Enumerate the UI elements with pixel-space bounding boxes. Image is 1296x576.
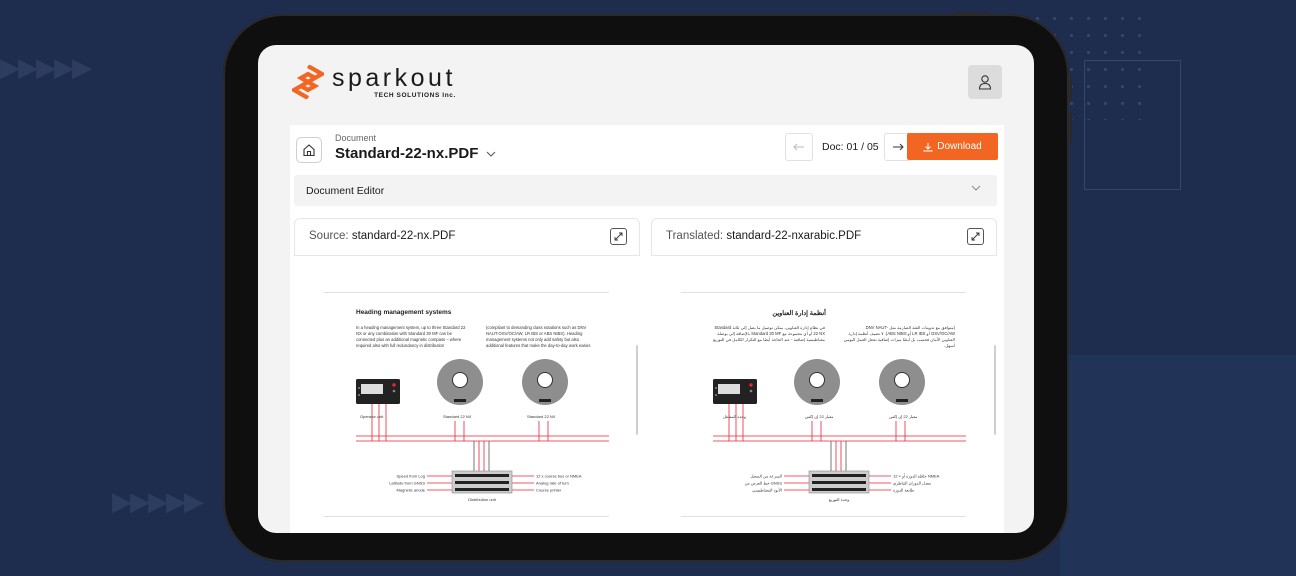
background-arrows: ▶▶▶▶▶ [112, 486, 204, 516]
translated-pane: Translated: standard-22-nxarabic.PDF أنظ… [651, 218, 997, 533]
source-document-page[interactable]: Heading management systems In a heading … [324, 292, 609, 517]
translated-scrollbar[interactable] [994, 345, 996, 435]
source-label-input-1: Speed from Log [397, 474, 425, 479]
translated-label-output-2: معدل الدوران التناظري [893, 481, 931, 486]
translated-label-output-1: 12 × حافلة الدورة أو NMEA [893, 473, 940, 479]
background-arrows: ▶▶▶▶▶ [0, 52, 92, 82]
source-label-output-2: Analog rate of turn [536, 481, 569, 486]
translated-document-page[interactable]: أنظمة إدارة العناوين في نظام إدارة العنا… [681, 292, 966, 517]
source-prefix: Source: [309, 230, 349, 242]
source-label-output-3: Course printer [536, 488, 562, 493]
tablet-side-button [1067, 76, 1072, 102]
home-button[interactable] [296, 137, 322, 163]
user-icon [978, 75, 992, 90]
source-label-gyro-2: Standard 22 NX [527, 414, 556, 419]
source-expand-button[interactable] [610, 228, 627, 245]
document-panel: Document Standard-22-nx.PDF Doc: 01 / 05… [290, 125, 1004, 533]
expand-icon [971, 232, 980, 241]
translated-label-input-1: السرعة من السجل [750, 474, 782, 479]
document-filename: Standard-22-nx.PDF [335, 145, 479, 162]
source-label-distribution: Distribution unit [468, 497, 496, 502]
translated-label-output-3: طابعة الدورة [893, 488, 914, 493]
translated-label-distribution: وحدة التوزيع [829, 497, 850, 502]
app-screen: sparkout TECH SOLUTIONS Inc. Document St… [258, 45, 1034, 533]
tablet-top-button [955, 12, 989, 16]
translated-filename: standard-22-nxarabic.PDF [726, 230, 862, 242]
source-label-input-2: Latitude from GNSS [389, 481, 425, 486]
translated-system-diagram: وحدة المشغل معيار 22 إن إكس معيار 22 إن … [713, 359, 966, 502]
download-icon [923, 142, 933, 151]
source-pane-header: Source: standard-22-nx.PDF [294, 218, 640, 256]
document-selector[interactable]: Standard-22-nx.PDF [335, 145, 496, 162]
expand-icon [614, 232, 623, 241]
background-frame [1084, 60, 1181, 190]
source-scrollbar[interactable] [636, 345, 638, 435]
translated-label-input-3: الأنود المغناطيسي [752, 487, 782, 493]
download-button[interactable]: Download [907, 133, 998, 160]
user-profile-button[interactable] [968, 65, 1002, 99]
document-label: Document [335, 133, 377, 143]
source-pane-title: Source: standard-22-nx.PDF [309, 230, 455, 242]
translated-pane-header: Translated: standard-22-nxarabic.PDF [651, 218, 997, 256]
translated-label-operator: وحدة المشغل [723, 414, 746, 419]
source-pane: Source: standard-22-nx.PDF Heading manag… [294, 218, 640, 533]
translated-label-gyro-1: معيار 22 إن إكس [805, 414, 833, 420]
chevron-down-icon [487, 151, 496, 157]
translated-label-input-2: خط العرض من GNSS [745, 481, 783, 486]
source-system-diagram: Operator unit Standard 22 NX Standard 22… [356, 359, 609, 502]
source-label-output-1: 12 x course bus or NMEA [536, 474, 582, 479]
home-icon [303, 144, 315, 157]
document-editor-label: Document Editor [306, 185, 385, 197]
background-slab [1060, 355, 1296, 576]
download-label: Download [937, 141, 982, 152]
brand-subtitle: TECH SOLUTIONS Inc. [374, 91, 456, 99]
translated-label-gyro-2: معيار 22 إن إكس [889, 414, 917, 420]
translated-prefix: Translated: [666, 230, 724, 242]
document-counter: Doc: 01 / 05 [822, 141, 879, 153]
source-label-input-3: Magnetic anode [397, 488, 426, 493]
sparkout-logo-icon [292, 65, 324, 99]
translated-expand-button[interactable] [967, 228, 984, 245]
brand-name: sparkout [332, 63, 456, 92]
document-editor-accordion[interactable]: Document Editor [294, 175, 997, 206]
source-label-gyro-1: Standard 22 NX [443, 414, 472, 419]
chevron-down-icon [971, 185, 981, 191]
brand-logo[interactable]: sparkout TECH SOLUTIONS Inc. [292, 65, 456, 99]
arrow-right-icon [893, 143, 904, 151]
source-filename: standard-22-nx.PDF [351, 230, 456, 242]
tablet-side-button [1067, 112, 1072, 142]
previous-document-button[interactable] [785, 133, 813, 161]
translated-pane-title: Translated: standard-22-nxarabic.PDF [666, 230, 861, 242]
arrow-left-icon [793, 143, 804, 151]
